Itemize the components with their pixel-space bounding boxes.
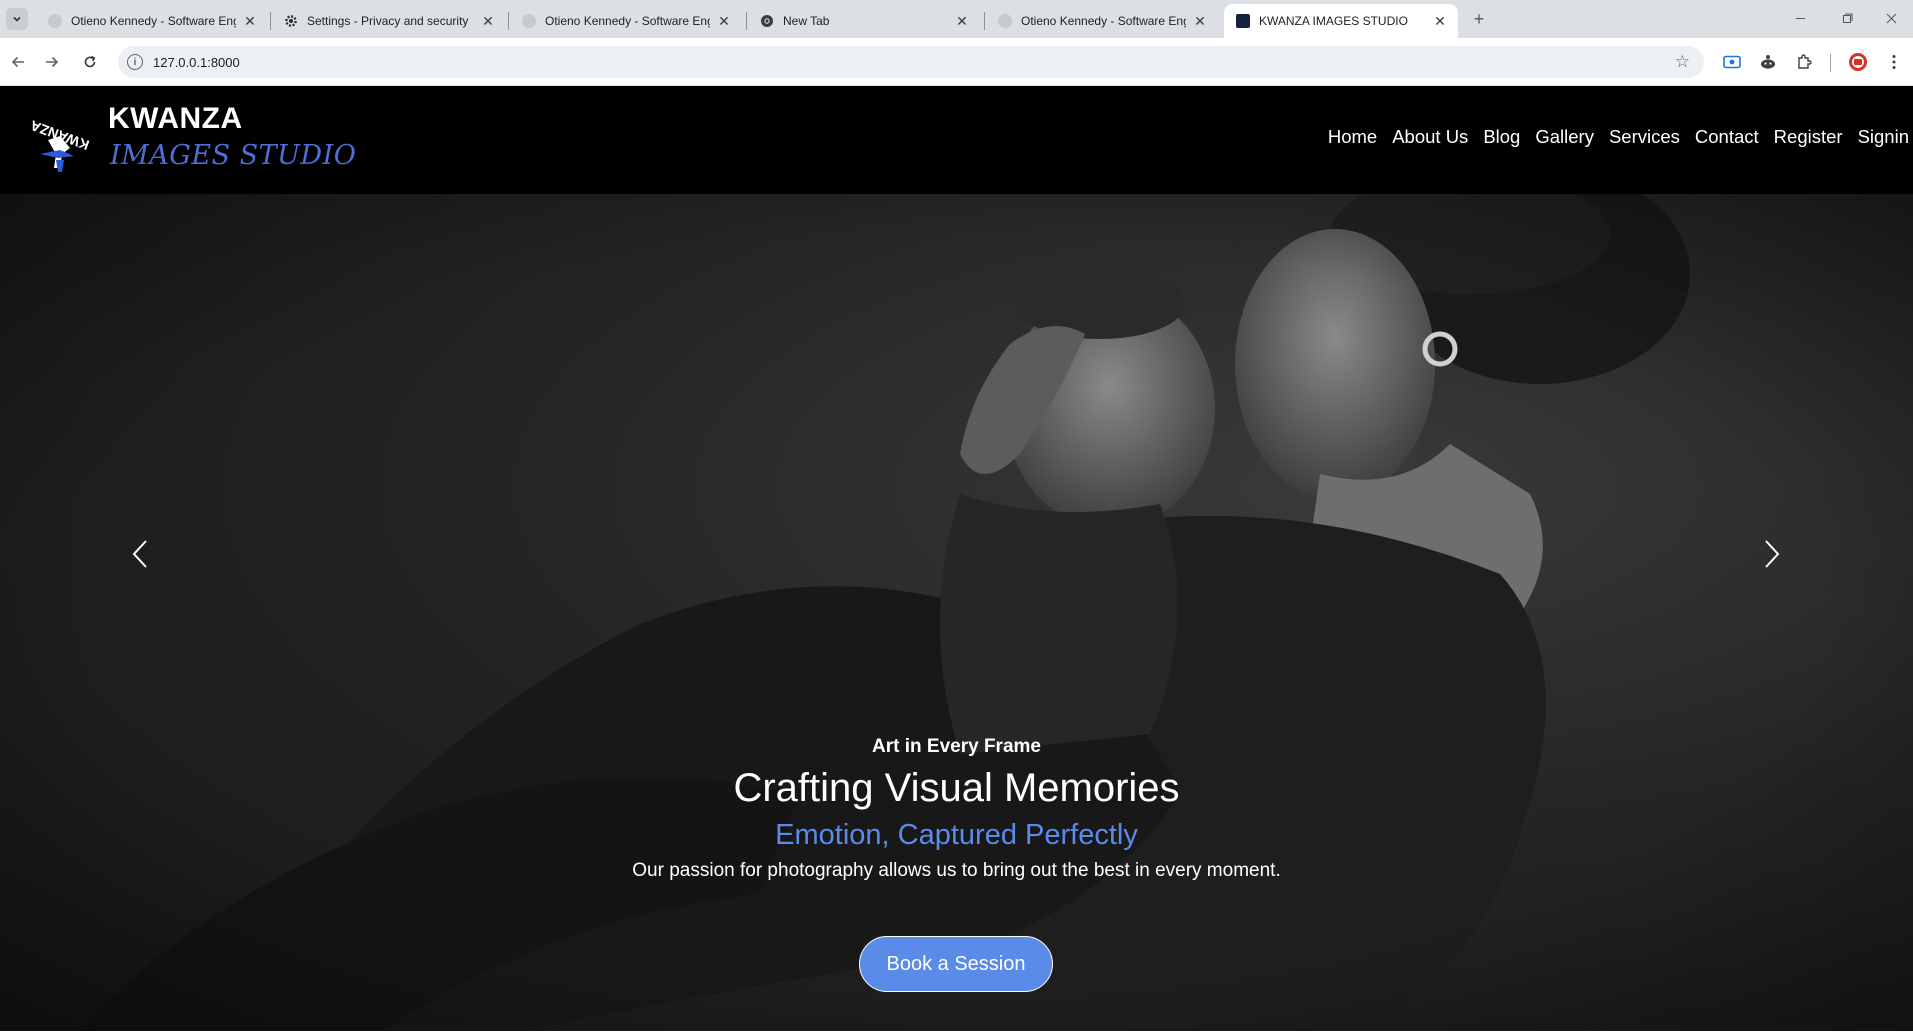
restore-icon[interactable] [1833, 6, 1861, 30]
nav-contact[interactable]: Contact [1695, 126, 1759, 148]
browser-tabstrip: Otieno Kennedy - Software Eng ✕ Settings… [0, 0, 1913, 38]
tab-title: New Tab [783, 14, 830, 28]
robot-extension-icon[interactable] [1756, 50, 1780, 74]
tab-title: Otieno Kennedy - Software Eng [1021, 14, 1186, 28]
hero-text: Our passion for photography allows us to… [632, 860, 1281, 881]
main-nav: Home About Us Blog Gallery Services Cont… [1313, 126, 1909, 148]
bookmark-star-icon[interactable]: ☆ [1675, 52, 1690, 72]
nav-signin[interactable]: Signin [1858, 126, 1909, 148]
nav-home[interactable]: Home [1328, 126, 1377, 148]
toolbar-divider [1830, 54, 1831, 72]
site-favicon-icon [1236, 14, 1250, 28]
browser-tab-active[interactable]: KWANZA IMAGES STUDIO ✕ [1224, 4, 1458, 38]
puzzle-extensions-icon[interactable] [1792, 50, 1816, 74]
browser-toolbar: i 127.0.0.1:8000 ☆ [0, 38, 1913, 86]
minimize-icon[interactable] [1786, 6, 1814, 30]
forward-button[interactable] [40, 50, 64, 74]
new-tab-button[interactable]: + [1468, 8, 1490, 30]
close-icon[interactable]: ✕ [716, 13, 732, 29]
book-session-button[interactable]: Book a Session [859, 936, 1053, 992]
browser-tab-2[interactable]: Settings - Privacy and security ✕ [272, 4, 506, 38]
close-icon[interactable]: ✕ [1432, 13, 1448, 29]
close-window-icon[interactable] [1877, 6, 1905, 30]
hero-caption: Art in Every Frame Crafting Visual Memor… [0, 736, 1913, 882]
nav-blog[interactable]: Blog [1483, 126, 1520, 148]
close-icon[interactable]: ✕ [242, 13, 258, 29]
brand-logo[interactable]: KWANZA IMAGES [0, 96, 102, 176]
tab-title: KWANZA IMAGES STUDIO [1259, 14, 1408, 28]
carousel-prev-button[interactable] [120, 534, 160, 574]
tab-title: Otieno Kennedy - Software Eng [545, 14, 710, 28]
screen-capture-extension-icon[interactable] [1720, 50, 1744, 74]
gear-icon [284, 14, 298, 28]
globe-icon [998, 14, 1012, 28]
site-header: KWANZA IMAGES KWANZA IMAGES STUDIO Home … [0, 86, 1913, 194]
brand-name: KWANZA [108, 102, 243, 135]
close-icon[interactable]: ✕ [1192, 13, 1208, 29]
reload-icon [84, 55, 96, 68]
nav-about-us[interactable]: About Us [1392, 126, 1468, 148]
brand-tagline: IMAGES STUDIO [110, 140, 357, 171]
browser-tab-5[interactable]: Otieno Kennedy - Software Eng ✕ [986, 4, 1218, 38]
reload-button[interactable] [78, 50, 102, 74]
chevron-down-icon [13, 16, 21, 22]
tab-divider [746, 12, 747, 30]
close-icon[interactable]: ✕ [480, 13, 496, 29]
nav-register[interactable]: Register [1774, 126, 1843, 148]
back-button[interactable] [6, 50, 30, 74]
browser-tab-3[interactable]: Otieno Kennedy - Software Eng ✕ [510, 4, 742, 38]
browser-tab-4[interactable]: New Tab ✕ [748, 4, 980, 38]
chevron-right-icon [1765, 540, 1780, 568]
hero-subtitle: Emotion, Captured Perfectly [775, 819, 1138, 851]
tab-divider [270, 12, 271, 30]
address-bar[interactable]: i 127.0.0.1:8000 ☆ [118, 46, 1704, 78]
hero-title: Crafting Visual Memories [733, 766, 1180, 810]
tab-title: Otieno Kennedy - Software Eng [71, 14, 236, 28]
site-info-icon[interactable]: i [127, 54, 143, 70]
nav-services[interactable]: Services [1609, 126, 1680, 148]
kebab-menu-icon[interactable] [1882, 50, 1906, 74]
tab-title: Settings - Privacy and security [307, 14, 469, 28]
carousel-next-button[interactable] [1752, 534, 1792, 574]
profile-avatar-icon[interactable] [1846, 50, 1870, 74]
address-url[interactable]: 127.0.0.1:8000 [153, 55, 240, 70]
nav-gallery[interactable]: Gallery [1535, 126, 1594, 148]
globe-icon [48, 14, 62, 28]
hero-photo [0, 194, 1913, 1032]
browser-tab-1[interactable]: Otieno Kennedy - Software Eng ✕ [36, 4, 268, 38]
arrow-left-icon [11, 56, 24, 68]
hero-kicker: Art in Every Frame [872, 736, 1041, 757]
hero-carousel: Art in Every Frame Crafting Visual Memor… [0, 194, 1913, 1032]
arrow-right-icon [46, 56, 59, 68]
globe-icon [522, 14, 536, 28]
tab-divider [984, 12, 985, 30]
chrome-icon [760, 14, 774, 28]
close-icon[interactable]: ✕ [954, 13, 970, 29]
chevron-left-icon [132, 540, 147, 568]
tab-search-button[interactable] [6, 8, 28, 30]
tab-divider [508, 12, 509, 30]
